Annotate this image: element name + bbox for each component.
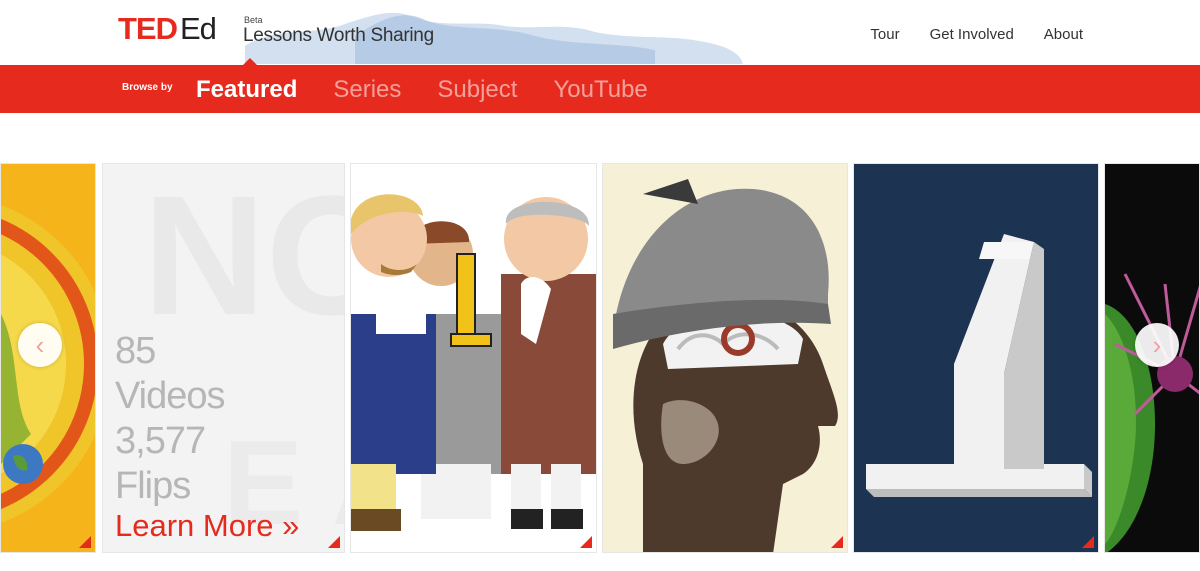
browse-by-label: Browse by [122,82,173,93]
scientists-illustration [351,164,596,552]
logo-ted: TED [118,11,178,46]
detective-illustration [603,164,847,552]
learn-more-link[interactable]: Learn More » [115,508,299,544]
logo-ed: Ed [180,11,217,46]
featured-carousel: NO E A 85 Videos 3,577 Flips Learn More … [0,163,1200,553]
tab-youtube[interactable]: YouTube [553,76,647,104]
card-corner-marker [1082,536,1094,548]
tab-series[interactable]: Series [333,76,401,104]
carousel-prev-button[interactable]: ‹ [18,323,62,367]
tab-subject[interactable]: Subject [437,76,517,104]
browse-tabs: Featured Series Subject YouTube [196,76,684,104]
card-corner-marker [831,536,843,548]
flips-label: Flips [115,465,191,507]
chevron-right-icon: › [1152,330,1162,360]
browse-bar: Browse by Featured Series Subject YouTub… [0,65,1200,113]
number-one-illustration [854,164,1098,552]
card-corner-marker [580,536,592,548]
tagline: Lessons Worth Sharing [243,25,434,46]
card-corner-marker [79,536,91,548]
svg-text:NO: NO [143,164,345,351]
flips-count: 3,577 [115,420,206,462]
lesson-card-scientists[interactable] [350,163,597,553]
beta-label: Beta [244,15,263,25]
nav-tour[interactable]: Tour [870,26,899,43]
videos-label: Videos [115,375,226,417]
nav-about[interactable]: About [1044,26,1083,43]
top-nav: Tour Get Involved About [840,26,1083,43]
carousel-next-button[interactable]: › [1135,323,1179,367]
card-corner-marker [328,536,340,548]
stats-card[interactable]: NO E A 85 Videos 3,577 Flips Learn More … [102,163,345,553]
ted-ed-logo[interactable]: TED Ed Beta Lessons Worth Sharing [118,11,434,47]
lesson-card-one[interactable] [853,163,1099,553]
stats-block: 85 Videos 3,577 Flips [115,329,226,509]
videos-count: 85 [115,330,156,372]
chevron-left-icon: ‹ [35,330,45,360]
tab-featured[interactable]: Featured [196,76,297,104]
lesson-card-detective[interactable] [602,163,848,553]
nav-get-involved[interactable]: Get Involved [930,26,1014,43]
site-header: TED Ed Beta Lessons Worth Sharing Tour G… [0,0,1200,65]
